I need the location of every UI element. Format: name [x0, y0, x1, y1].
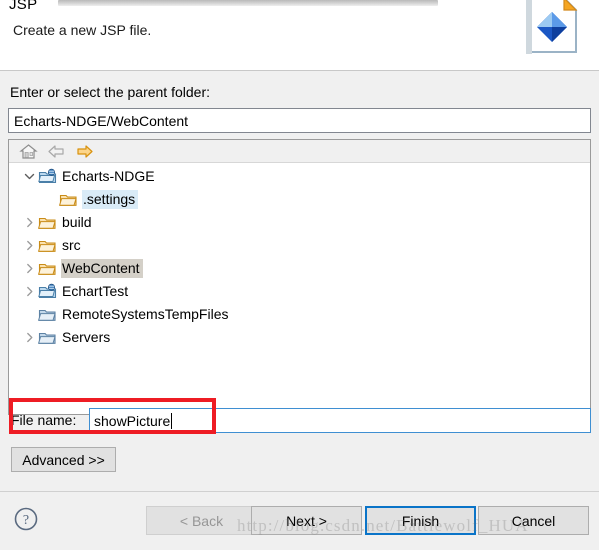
tree-item-echarts-ndge[interactable]: Echarts-NDGE [9, 165, 590, 188]
tree-toolbar [9, 140, 590, 163]
chevron-right-icon[interactable] [21, 211, 38, 234]
jsp-file-icon [524, 0, 580, 56]
folder-blue-icon [38, 329, 57, 346]
text-caret [171, 412, 173, 429]
project-icon [38, 283, 57, 300]
chevron-down-icon[interactable] [21, 165, 38, 188]
file-name-value: showPicture [94, 412, 171, 429]
home-icon[interactable] [19, 143, 38, 160]
folder-orange-icon [38, 260, 57, 277]
wizard-header: JSP Create a new JSP file. [0, 0, 599, 71]
folder-blue-icon [38, 306, 57, 323]
page-title: JSP [9, 0, 38, 13]
tree-item-label: Servers [62, 329, 111, 345]
file-name-input[interactable]: showPicture [89, 408, 591, 433]
chevron-right-icon[interactable] [21, 326, 38, 349]
folder-orange-icon [59, 191, 78, 208]
folder-orange-icon [38, 214, 57, 231]
cancel-button[interactable]: Cancel [478, 506, 589, 535]
parent-folder-label: Enter or select the parent folder: [10, 84, 210, 100]
tree-twisty-none [21, 303, 38, 326]
next-button[interactable]: Next > [251, 506, 362, 535]
folder-tree-panel[interactable]: Echarts-NDGE .settings build src WebCont… [8, 139, 591, 415]
project-icon [38, 168, 57, 185]
tree-item-label: Echarts-NDGE [62, 168, 155, 184]
svg-text:?: ? [23, 513, 29, 528]
chevron-right-icon[interactable] [21, 257, 38, 280]
tree-item-settings[interactable]: .settings [9, 188, 590, 211]
tree-item-servers[interactable]: Servers [9, 326, 590, 349]
chevron-right-icon[interactable] [21, 234, 38, 257]
finish-button[interactable]: Finish [365, 506, 476, 535]
tree-item-label: EchartTest [62, 283, 129, 299]
chevron-right-icon[interactable] [21, 280, 38, 303]
help-icon[interactable]: ? [13, 506, 39, 532]
tree-item-label: RemoteSystemsTempFiles [62, 306, 229, 322]
wizard-footer: ? < Back Next > Finish Cancel [0, 491, 599, 550]
file-name-label: File name: [11, 412, 77, 428]
tree-item-label: src [62, 237, 81, 253]
header-divider-stub [58, 0, 438, 6]
tree-item-label: .settings [82, 190, 139, 209]
tree-item-label: build [62, 214, 92, 230]
tree-item-build[interactable]: build [9, 211, 590, 234]
back-arrow-icon[interactable] [47, 143, 66, 160]
tree-item-label: WebContent [61, 259, 143, 278]
tree-item-echarttest[interactable]: EchartTest [9, 280, 590, 303]
tree-item-src[interactable]: src [9, 234, 590, 257]
tree-item-remotesystemstempfiles[interactable]: RemoteSystemsTempFiles [9, 303, 590, 326]
advanced-button[interactable]: Advanced >> [11, 447, 116, 472]
tree-item-webcontent[interactable]: WebContent [9, 257, 590, 280]
parent-folder-input[interactable] [8, 108, 591, 133]
folder-tree[interactable]: Echarts-NDGE .settings build src WebCont… [9, 163, 590, 349]
folder-orange-icon [38, 237, 57, 254]
page-subtitle: Create a new JSP file. [13, 22, 152, 38]
forward-arrow-icon[interactable] [75, 143, 94, 160]
tree-twisty-none [42, 188, 59, 211]
back-button[interactable]: < Back [146, 506, 257, 535]
